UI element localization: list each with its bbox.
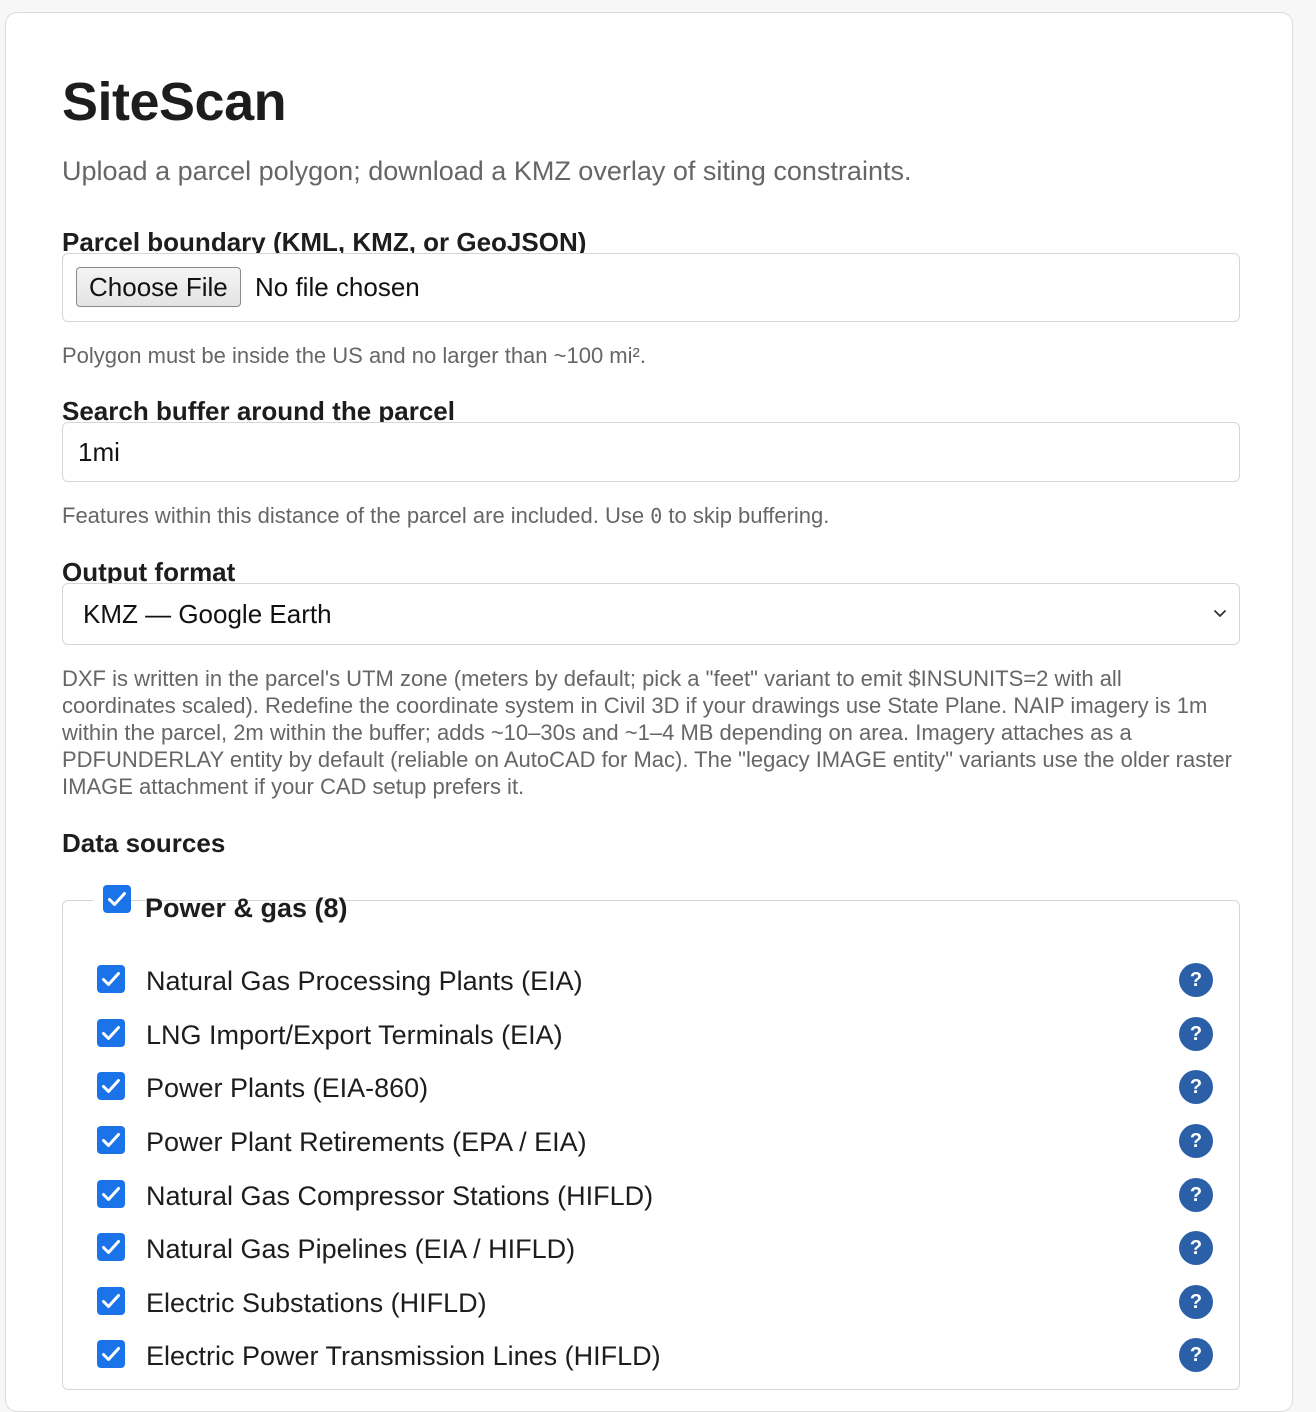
buffer-value: 1mi bbox=[78, 437, 120, 467]
checkmark-icon bbox=[108, 892, 126, 906]
checkmark-icon bbox=[102, 1026, 120, 1040]
source-row[interactable]: Electric Substations (HIFLD) ? bbox=[63, 1285, 1241, 1325]
buffer-help-after: to skip buffering. bbox=[662, 503, 830, 528]
help-icon[interactable]: ? bbox=[1179, 1017, 1213, 1051]
file-status: No file chosen bbox=[255, 272, 420, 302]
source-row[interactable]: Natural Gas Pipelines (EIA / HIFLD) ? bbox=[63, 1231, 1241, 1271]
source-label: Natural Gas Compressor Stations (HIFLD) bbox=[146, 1181, 654, 1211]
source-checkbox[interactable] bbox=[97, 1019, 125, 1047]
checkmark-icon bbox=[102, 1240, 120, 1254]
choose-file-button[interactable]: Choose File bbox=[76, 267, 241, 307]
checkmark-icon bbox=[102, 972, 120, 986]
source-checkbox[interactable] bbox=[97, 1126, 125, 1154]
checkmark-icon bbox=[102, 1133, 120, 1147]
power-gas-group: Power & gas (8) Natural Gas Processing P… bbox=[62, 885, 1241, 1390]
help-icon[interactable]: ? bbox=[1179, 1338, 1213, 1372]
checkmark-icon bbox=[102, 1347, 120, 1361]
help-icon[interactable]: ? bbox=[1179, 1124, 1213, 1158]
source-row[interactable]: LNG Import/Export Terminals (EIA) ? bbox=[63, 1017, 1241, 1057]
checkmark-icon bbox=[102, 1079, 120, 1093]
buffer-help: Features within this distance of the par… bbox=[62, 502, 829, 530]
source-row[interactable]: Power Plant Retirements (EPA / EIA) ? bbox=[63, 1124, 1241, 1164]
data-sources-label: Data sources bbox=[62, 828, 226, 858]
checkmark-icon bbox=[102, 1294, 120, 1308]
source-row[interactable]: Electric Power Transmission Lines (HIFLD… bbox=[63, 1338, 1241, 1378]
source-checkbox[interactable] bbox=[97, 965, 125, 993]
source-row[interactable]: Natural Gas Compressor Stations (HIFLD) … bbox=[63, 1178, 1241, 1218]
page-subtitle: Upload a parcel polygon; download a KMZ … bbox=[62, 156, 912, 186]
output-format-select[interactable]: KMZ — Google Earth bbox=[62, 583, 1240, 645]
source-checkbox[interactable] bbox=[97, 1340, 125, 1368]
help-icon[interactable]: ? bbox=[1179, 1285, 1213, 1319]
chevron-down-icon bbox=[1214, 610, 1226, 617]
source-label: Natural Gas Processing Plants (EIA) bbox=[146, 966, 583, 996]
checkmark-icon bbox=[102, 1187, 120, 1201]
source-label: Electric Substations (HIFLD) bbox=[146, 1288, 487, 1318]
form-card: SiteScan Upload a parcel polygon; downlo… bbox=[5, 12, 1293, 1412]
source-label: LNG Import/Export Terminals (EIA) bbox=[146, 1020, 563, 1050]
source-row[interactable]: Power Plants (EIA-860) ? bbox=[63, 1070, 1241, 1110]
page-title: SiteScan bbox=[62, 72, 287, 132]
buffer-help-before: Features within this distance of the par… bbox=[62, 503, 651, 528]
parcel-file-input[interactable]: Choose File No file chosen bbox=[62, 253, 1240, 322]
group-checkbox[interactable] bbox=[103, 885, 131, 913]
group-title: Power & gas (8) bbox=[145, 893, 348, 923]
help-icon[interactable]: ? bbox=[1179, 1231, 1213, 1265]
source-checkbox[interactable] bbox=[97, 1072, 125, 1100]
source-label: Natural Gas Pipelines (EIA / HIFLD) bbox=[146, 1234, 576, 1264]
parcel-help: Polygon must be inside the US and no lar… bbox=[62, 343, 646, 368]
source-row[interactable]: Natural Gas Processing Plants (EIA) ? bbox=[63, 963, 1241, 1003]
source-checkbox[interactable] bbox=[97, 1233, 125, 1261]
source-checkbox[interactable] bbox=[97, 1180, 125, 1208]
source-label: Power Plant Retirements (EPA / EIA) bbox=[146, 1127, 587, 1157]
source-checkbox[interactable] bbox=[97, 1287, 125, 1315]
output-format-help: DXF is written in the parcel's UTM zone … bbox=[62, 666, 1232, 799]
buffer-input[interactable]: 1mi bbox=[62, 422, 1240, 482]
output-format-value: KMZ — Google Earth bbox=[83, 599, 332, 629]
group-legend: Power & gas (8) bbox=[93, 885, 348, 925]
buffer-help-code: 0 bbox=[650, 504, 663, 528]
help-icon[interactable]: ? bbox=[1179, 1178, 1213, 1212]
help-icon[interactable]: ? bbox=[1179, 963, 1213, 997]
help-icon[interactable]: ? bbox=[1179, 1070, 1213, 1104]
source-label: Power Plants (EIA-860) bbox=[146, 1073, 429, 1103]
source-label: Electric Power Transmission Lines (HIFLD… bbox=[146, 1341, 661, 1371]
